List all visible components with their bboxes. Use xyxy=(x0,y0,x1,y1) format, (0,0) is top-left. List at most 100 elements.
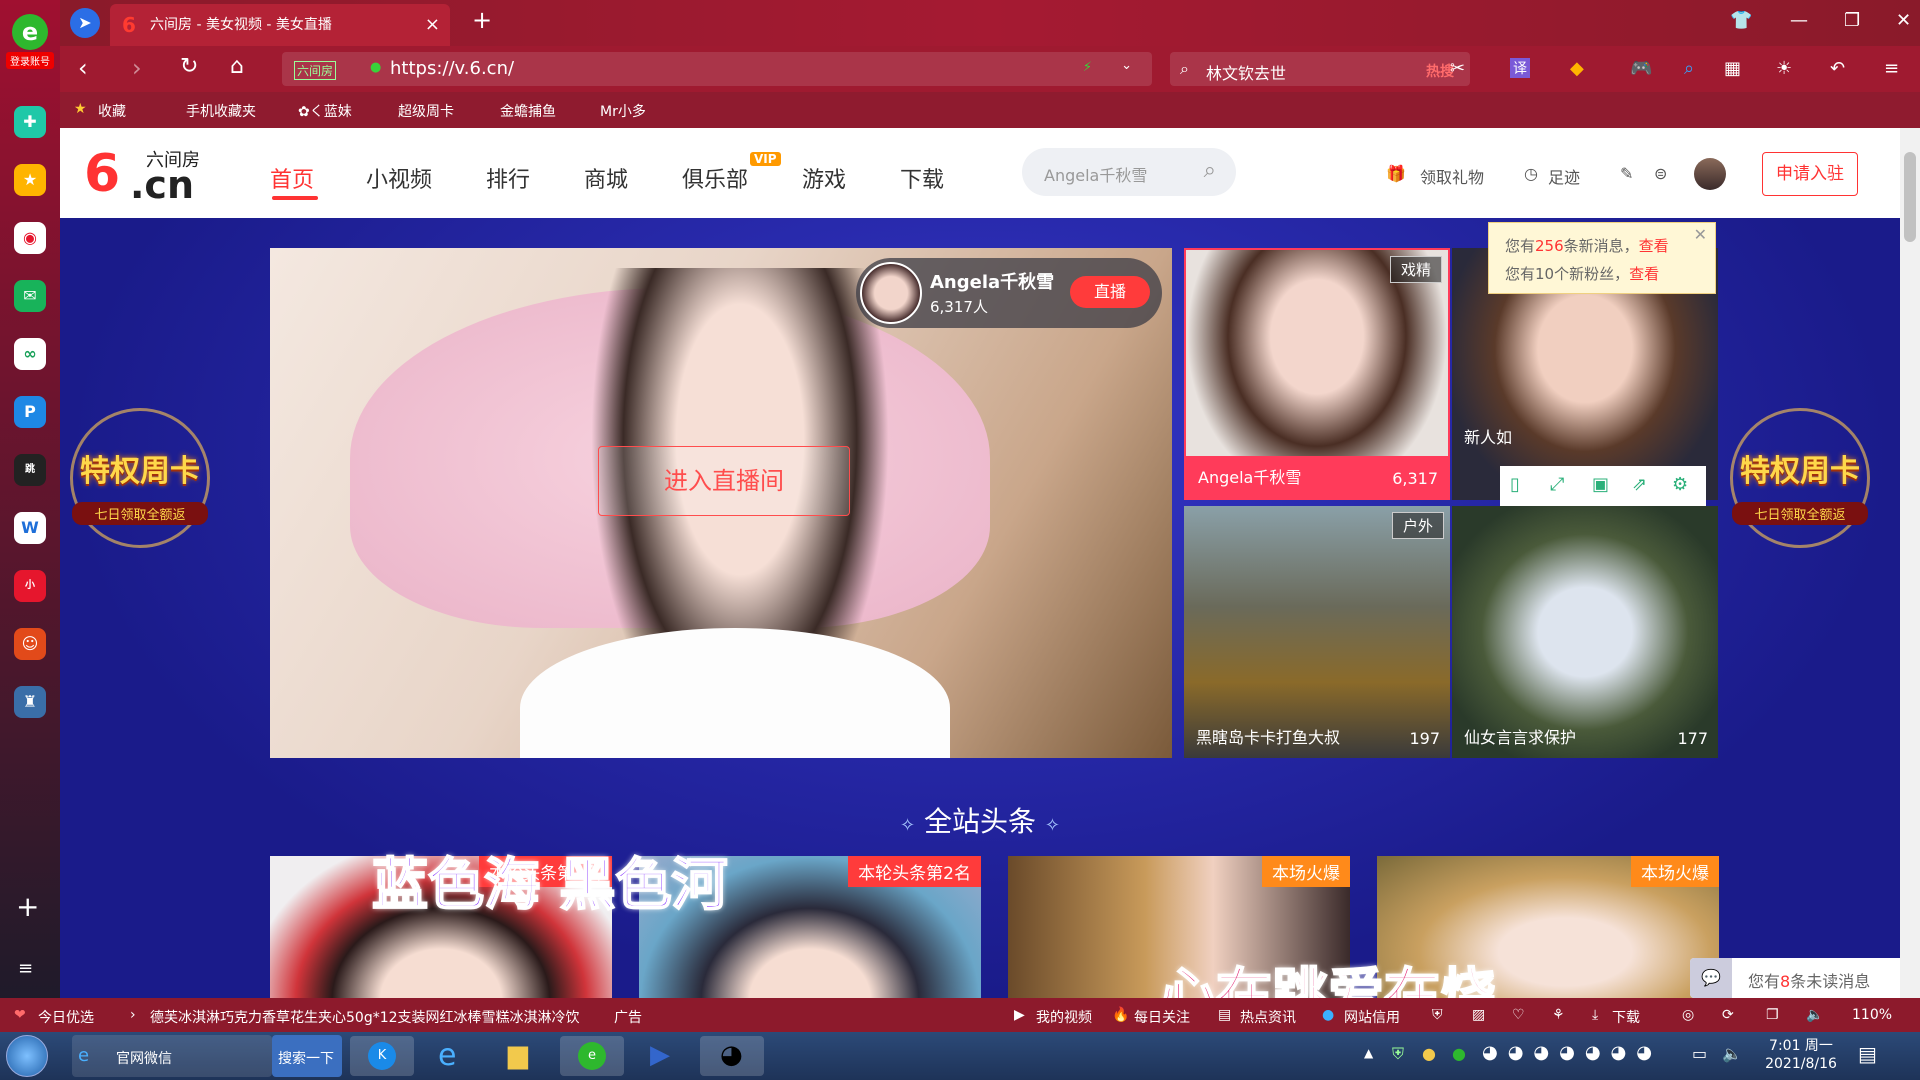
taskbar-browser[interactable]: e xyxy=(560,1036,624,1076)
hot-news-link[interactable]: 热点资讯 xyxy=(1240,1007,1296,1027)
shield-icon[interactable]: ⛨ xyxy=(1432,1007,1443,1023)
favorites-star-icon[interactable]: ★ xyxy=(14,164,46,196)
add-app-icon[interactable]: + xyxy=(16,890,39,923)
phone-icon[interactable]: ▯ xyxy=(1510,474,1520,495)
skin-icon[interactable]: 👕 xyxy=(1730,10,1752,31)
bookmark-item[interactable]: Mr小多 xyxy=(600,101,646,121)
start-button[interactable] xyxy=(6,1035,48,1077)
bookmark-item[interactable]: 超级周卡 xyxy=(398,101,454,121)
tab-close-icon[interactable]: × xyxy=(425,4,440,46)
plus-app-icon[interactable]: ✚ xyxy=(14,106,46,138)
ad-text[interactable]: 德芙冰淇淋巧克力香草花生夹心50g*12支装网红冰棒雪糕冰淇淋冷饮 xyxy=(150,1007,580,1027)
zoom-level[interactable]: 110% xyxy=(1852,1007,1892,1023)
network-icon[interactable]: ▭ xyxy=(1692,1044,1707,1063)
promo-left[interactable]: 特权周卡 七日领取全额返 xyxy=(60,408,220,598)
grid-icon[interactable]: ▦ xyxy=(1724,58,1741,79)
small-red-book-icon[interactable]: 小 xyxy=(14,570,46,602)
taskbar-player[interactable]: ▶ xyxy=(630,1036,694,1076)
tray-browser-icon[interactable]: ● xyxy=(1452,1044,1466,1063)
restore-icon[interactable]: ❐ xyxy=(1844,10,1860,31)
save-icon[interactable]: ▣ xyxy=(1592,474,1609,495)
forward-icon[interactable]: › xyxy=(132,54,142,82)
bookmark-item[interactable]: 手机收藏夹 xyxy=(186,101,256,121)
page-scrollbar[interactable] xyxy=(1900,128,1920,998)
image-icon[interactable]: ▨ xyxy=(1472,1007,1485,1023)
home-icon[interactable]: ⌂ xyxy=(230,54,244,79)
bookmark-item[interactable]: ✿く蓝妹 xyxy=(298,101,352,121)
nav-ranking[interactable]: 排行 xyxy=(486,162,530,194)
game-character-icon[interactable]: ☺ xyxy=(14,628,46,660)
speed-icon[interactable]: ◎ xyxy=(1682,1007,1694,1023)
search-once-button[interactable]: 搜索一下 xyxy=(272,1035,342,1077)
mail-icon[interactable]: ✉ xyxy=(14,280,46,312)
chevron-down-icon[interactable]: ⌄ xyxy=(1121,58,1132,73)
live-thumb[interactable]: 戏精 Angela千秋雪 6,317 xyxy=(1184,248,1450,500)
apply-button[interactable]: 申请入驻 xyxy=(1762,152,1858,196)
game-app2-icon[interactable]: ♜ xyxy=(14,686,46,718)
scissors-icon[interactable]: ✂ xyxy=(1450,58,1465,79)
tray-app-icon[interactable]: ● xyxy=(1422,1044,1436,1063)
site-search-input[interactable]: Angela千秋雪 ⌕ xyxy=(1022,148,1236,196)
volume-icon[interactable]: 🔈 xyxy=(1806,1007,1823,1023)
notif-view-link[interactable]: 查看 xyxy=(1629,265,1659,283)
document-icon[interactable]: W xyxy=(14,512,46,544)
taskbar-ie-window[interactable]: e 官网微信 xyxy=(72,1035,272,1077)
live-info-pill[interactable]: Angela千秋雪 6,317人 直播 xyxy=(856,258,1162,328)
main-live-video[interactable]: 进入直播间 Angela千秋雪 6,317人 直播 xyxy=(270,248,1172,758)
taskbar-k-app[interactable]: K xyxy=(350,1036,414,1076)
brightness-icon[interactable]: ☀ xyxy=(1776,58,1792,79)
bookmark-item[interactable]: 收藏 xyxy=(98,101,126,121)
url-field[interactable]: 六间房 ● https://v.6.cn/ ⚡ ⌄ xyxy=(282,52,1152,86)
window-icon[interactable]: ❐ xyxy=(1766,1007,1779,1023)
promo-right[interactable]: 特权周卡 七日领取全额返 xyxy=(1720,408,1880,598)
edit-icon[interactable]: ✎ xyxy=(1620,164,1633,183)
message-icon[interactable]: ⊜ xyxy=(1654,164,1667,183)
live-thumb[interactable]: 仙女言言求保护 177 xyxy=(1452,506,1718,758)
user-avatar[interactable] xyxy=(1694,158,1726,190)
system-clock[interactable]: 7:01 周一 2021/8/16 xyxy=(1756,1037,1846,1073)
broom-icon[interactable]: ⚘ xyxy=(1552,1007,1565,1023)
new-tab-icon[interactable]: + xyxy=(472,6,492,34)
enter-room-button[interactable]: 进入直播间 xyxy=(598,446,850,516)
nav-mall[interactable]: 商城 xyxy=(584,162,628,194)
reload-icon[interactable]: ↻ xyxy=(180,54,198,79)
tray-expand-icon[interactable]: ▲ xyxy=(1364,1046,1373,1060)
close-icon[interactable]: ✕ xyxy=(1694,225,1707,244)
gamepad-icon[interactable]: 🎮 xyxy=(1630,58,1652,79)
menu-icon[interactable]: ≡ xyxy=(1884,58,1899,79)
footprint-link[interactable]: 足迹 xyxy=(1548,164,1580,188)
weibo-icon[interactable]: ◉ xyxy=(14,222,46,254)
browser-search[interactable]: ⌕ 林文钦去世 热搜 xyxy=(1170,52,1470,86)
action-center-icon[interactable]: ▤ xyxy=(1858,1042,1877,1066)
cloud-icon[interactable]: ∞ xyxy=(14,338,46,370)
site-trust-link[interactable]: 网站信用 xyxy=(1344,1007,1400,1027)
lightning-icon[interactable]: ⚡ xyxy=(1083,60,1092,75)
chat-popup[interactable]: 💬 您有8条未读消息 xyxy=(1690,958,1900,998)
live-thumb[interactable]: 户外 黑瞎岛卡卡打鱼大叔 197 xyxy=(1184,506,1450,758)
nav-club[interactable]: 俱乐部 xyxy=(682,162,748,194)
coin-icon[interactable]: ◆ xyxy=(1570,58,1584,79)
today-picks[interactable]: 今日优选 xyxy=(38,1007,94,1027)
speaker-icon[interactable]: 🔈 xyxy=(1722,1044,1742,1063)
minimize-icon[interactable]: — xyxy=(1790,10,1808,31)
nav-short-video[interactable]: 小视频 xyxy=(366,162,432,194)
share-icon[interactable]: ⇗ xyxy=(1632,474,1647,495)
taskbar-ie[interactable]: e xyxy=(420,1036,484,1076)
undo-icon[interactable]: ↶ xyxy=(1830,58,1845,79)
back-icon[interactable]: ‹ xyxy=(78,54,88,82)
notif-view-link[interactable]: 查看 xyxy=(1639,237,1669,255)
scrollbar-thumb[interactable] xyxy=(1904,152,1916,242)
magnifier-icon[interactable]: ⌕ xyxy=(1684,58,1694,79)
game-app-icon[interactable]: 跳 xyxy=(14,454,46,486)
daily-link[interactable]: 每日关注 xyxy=(1134,1007,1190,1027)
my-video-link[interactable]: 我的视频 xyxy=(1036,1007,1092,1027)
download-link[interactable]: 下载 xyxy=(1612,1007,1640,1027)
login-button[interactable]: e 登录账号 xyxy=(6,14,54,69)
fullscreen-icon[interactable]: ⤢ xyxy=(1550,474,1564,495)
tray-shield-icon[interactable]: ⛨ xyxy=(1392,1044,1404,1064)
taskbar-explorer[interactable]: ▆ xyxy=(490,1036,554,1076)
heart-outline-icon[interactable]: ♡ xyxy=(1512,1007,1525,1023)
search-icon[interactable]: ⌕ xyxy=(1204,158,1216,183)
taskbar-qq[interactable]: ◕ xyxy=(700,1036,764,1076)
close-window-icon[interactable]: ✕ xyxy=(1896,10,1911,31)
